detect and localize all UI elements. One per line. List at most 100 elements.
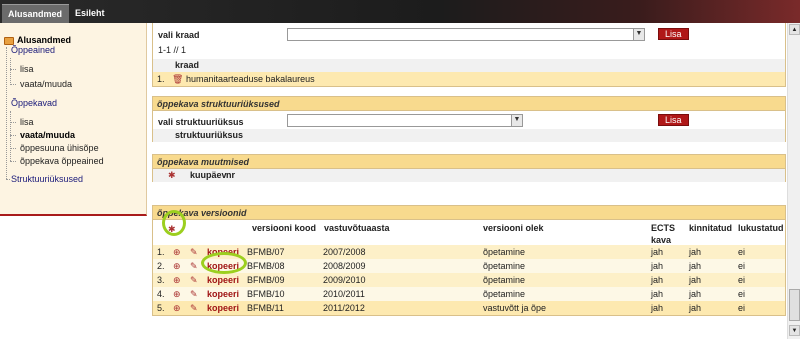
struktuur-select[interactable]: ▼ [287,114,523,127]
column-kinnitatud: kinnitatud [689,223,732,233]
column-lukustatud: lukustatud [738,223,784,233]
scroll-up-icon[interactable]: ▲ [789,24,800,35]
sidebar-item-oppekava-oppeained[interactable]: õppekava õppeained [20,156,104,166]
table-row: 4. ⊕ ✎ kopeeri BFMB/10 2010/2011 õpetami… [153,287,785,301]
magnify-icon[interactable]: ⊕ [173,259,181,273]
struktuur-table-header: struktuuriüksus [153,129,785,142]
muutmised-panel: õppekava muutmised ✱ kuupäev nr [152,154,786,182]
versiooni-kood: BFMB/09 [247,275,285,285]
sidebar: Alusandmed Õppeained lisa vaata/muuda Õp… [0,23,147,216]
ects-kava: jah [651,247,664,257]
tree-branch [10,161,16,162]
tab-esileht[interactable]: Esileht [69,4,111,23]
trash-icon[interactable]: 🗑 [172,72,183,86]
tree-branch [10,84,16,85]
kinnitatud: jah [689,275,702,285]
lukustatud: ei [738,261,746,271]
tree-line [10,111,11,161]
lukustatud: ei [738,247,746,257]
top-navigation-bar: Alusandmed Esileht [0,0,800,23]
sidebar-group-oppekavad[interactable]: Õppekavad [11,98,57,108]
column-ects-kava: ECTS kava [651,223,676,245]
sidebar-item-oppesuuna-uhisope[interactable]: õppesuuna ühisõpe [20,143,99,153]
struktuur-select-label: vali struktuuriüksus [158,117,244,127]
column-versiooni-kood: versiooni kood [252,223,317,233]
magnify-icon[interactable]: ⊕ [173,301,181,315]
tab-alusandmed[interactable]: Alusandmed [2,4,69,23]
copy-link[interactable]: kopeeri [207,301,239,315]
magnify-icon[interactable]: ⊕ [173,287,181,301]
vertical-scrollbar[interactable]: ▲ ▼ [787,23,800,339]
main-content: vali kraad ▼ Lisa 1-1 // 1 kraad 1. 🗑 hu… [152,23,786,339]
struktuur-add-button[interactable]: Lisa [658,114,689,126]
kraad-select-label: vali kraad [158,30,200,40]
pencil-icon[interactable]: ✎ [190,259,198,273]
kraad-panel: vali kraad ▼ Lisa 1-1 // 1 kraad 1. 🗑 hu… [152,23,786,87]
pencil-icon[interactable]: ✎ [190,287,198,301]
vastuvotuaasta: 2008/2009 [323,261,366,271]
kraad-table-header: kraad [153,59,785,72]
tree-branch [10,69,16,70]
kinnitatud: jah [689,303,702,313]
struktuur-panel: õppekava struktuuriüksused vali struktuu… [152,96,786,142]
scroll-thumb[interactable] [789,289,800,321]
column-versiooni-olek: versiooni olek [483,223,544,233]
muutmised-column-nr: nr [226,170,235,180]
pencil-icon[interactable]: ✎ [190,301,198,315]
muutmised-table-header: ✱ kuupäev nr [153,169,785,182]
magnify-icon[interactable]: ⊕ [173,245,181,259]
copy-link[interactable]: kopeeri [207,273,239,287]
row-number: 2. [157,261,165,271]
row-number: 1. [157,247,165,257]
pencil-icon[interactable]: ✎ [190,245,198,259]
versiooni-kood: BFMB/11 [247,303,284,313]
struktuur-title: õppekava struktuuriüksused [153,97,785,111]
table-row: 3. ⊕ ✎ kopeeri BFMB/09 2009/2010 õpetami… [153,273,785,287]
tree-branch [6,179,10,180]
versiooni-kood: BFMB/10 [247,289,285,299]
sidebar-item-oppeained-lisa[interactable]: lisa [20,64,34,74]
kraad-value: humanitaarteaduse bakalaureus [186,74,315,84]
sidebar-group-oppeained[interactable]: Õppeained [11,45,55,55]
column-vastuvotuaasta: vastuvõtuaasta [324,223,390,233]
versiooni-olek: vastuvõtt ja õpe [483,303,547,313]
tree-branch [10,122,16,123]
sidebar-root-alusandmed[interactable]: Alusandmed [17,35,71,45]
muutmised-column-kuupaev: kuupäev [190,170,227,180]
vastuvotuaasta: 2009/2010 [323,275,366,285]
chevron-down-icon[interactable]: ▼ [633,29,644,40]
ects-kava: jah [651,261,664,271]
pencil-icon[interactable]: ✎ [190,273,198,287]
versioonid-title: õppekava versioonid [153,206,785,220]
lukustatud: ei [738,275,746,285]
sidebar-item-oppeained-vaata-muuda[interactable]: vaata/muuda [20,79,72,89]
tree-line [6,47,7,179]
struktuur-column-header: struktuuriüksus [175,130,244,140]
add-wand-icon[interactable]: ✱ [168,169,176,182]
chevron-down-icon[interactable]: ▼ [511,115,522,126]
versiooni-kood: BFMB/07 [247,247,285,257]
lukustatud: ei [738,289,746,299]
copy-link[interactable]: kopeeri [207,287,239,301]
scroll-down-icon[interactable]: ▼ [789,325,800,336]
table-row: 5. ⊕ ✎ kopeeri BFMB/11 2011/2012 vastuvõ… [153,301,785,315]
sidebar-group-struktuuriuksused[interactable]: Struktuuriüksused [11,174,83,184]
ects-kava: jah [651,289,664,299]
table-row: 1. ⊕ ✎ kopeeri BFMB/07 2007/2008 õpetami… [153,245,785,259]
magnify-icon[interactable]: ⊕ [173,273,181,287]
versiooni-olek: õpetamine [483,247,526,257]
versiooni-olek: õpetamine [483,261,526,271]
row-number: 1. [157,74,165,84]
sidebar-item-oppekavad-vaata-muuda[interactable]: vaata/muuda [20,130,75,140]
kraad-select[interactable]: ▼ [287,28,645,41]
kraad-add-button[interactable]: Lisa [658,28,689,40]
muutmised-title: õppekava muutmised [153,155,785,169]
vastuvotuaasta: 2011/2012 [323,303,365,313]
versioonid-table-header: ✱ versiooni kood vastuvõtuaasta versioon… [153,220,785,245]
kraad-pager: 1-1 // 1 [158,45,187,55]
sidebar-item-oppekavad-lisa[interactable]: lisa [20,117,34,127]
row-number: 5. [157,303,165,313]
ects-kava: jah [651,303,664,313]
highlight-ring [201,252,247,274]
kinnitatud: jah [689,261,702,271]
